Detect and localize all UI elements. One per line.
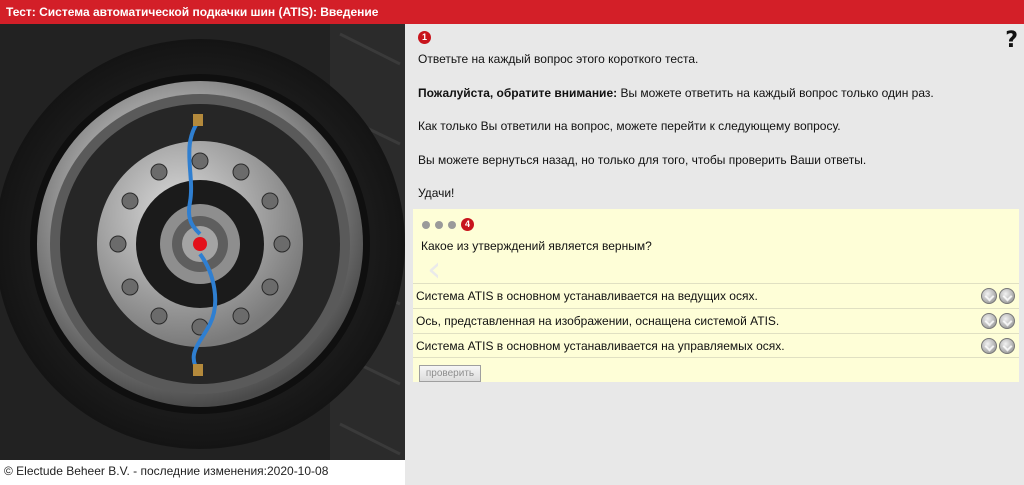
question-step-badge: 4 <box>461 218 474 231</box>
radio-check-icon[interactable] <box>981 313 997 329</box>
radio-check-icon[interactable] <box>999 313 1015 329</box>
question-mark-icon[interactable]: ? <box>1005 28 1018 53</box>
notice-bold: Пожалуйста, обратите внимание: <box>418 85 618 100</box>
answer-choices <box>981 313 1015 329</box>
intro-notice: Пожалуйста, обратите внимание: Вы можете… <box>418 86 1008 120</box>
progress-dot[interactable] <box>448 220 456 229</box>
check-button[interactable]: проверить <box>419 365 481 382</box>
progress-dot[interactable] <box>422 220 430 229</box>
question-text: Какое из утверждений является верным? <box>421 239 652 253</box>
answer-option-3[interactable]: Система ATIS в основном устанавливается … <box>413 333 1019 358</box>
radio-check-icon[interactable] <box>981 288 997 304</box>
answer-choices <box>981 288 1015 304</box>
copyright-footer: © Electude Beheer B.V. - последние измен… <box>4 464 329 478</box>
answer-choices <box>981 338 1015 354</box>
intro-step-badge: 1 <box>418 31 431 44</box>
window-title: Тест: Система автоматической подкачки ши… <box>0 0 1024 24</box>
right-pane: 1 ? Ответьте на каждый вопрос этого коро… <box>405 24 1024 485</box>
radio-check-icon[interactable] <box>999 338 1015 354</box>
wheel-illustration <box>0 24 405 460</box>
progress-dot[interactable] <box>435 220 443 229</box>
radio-check-icon[interactable] <box>981 338 997 354</box>
left-pane: © Electude Beheer B.V. - последние измен… <box>0 24 405 485</box>
intro-line-1: Ответьте на каждый вопрос этого коротког… <box>418 52 699 66</box>
answer-text: Система ATIS в основном устанавливается … <box>416 339 785 353</box>
wheel-image <box>0 24 405 460</box>
notice-rest: Вы можете ответить на каждый вопрос толь… <box>617 85 934 100</box>
answer-option-1[interactable]: Система ATIS в основном устанавливается … <box>413 283 1019 308</box>
answer-text: Ось, представленная на изображении, осна… <box>416 314 780 328</box>
progress-dots: 4 <box>422 218 474 231</box>
intro-text: Ответьте на каждый вопрос этого коротког… <box>418 52 1008 220</box>
answer-option-2[interactable]: Ось, представленная на изображении, осна… <box>413 308 1019 333</box>
answer-text: Система ATIS в основном устанавливается … <box>416 289 758 303</box>
intro-line-3: Как только Вы ответили на вопрос, можете… <box>418 119 841 133</box>
radio-check-icon[interactable] <box>999 288 1015 304</box>
intro-line-4: Вы можете вернуться назад, но только для… <box>418 152 867 167</box>
question-panel: 4 ‹ Какое из утверждений является верным… <box>413 209 1019 382</box>
answer-list: Система ATIS в основном устанавливается … <box>413 283 1019 358</box>
